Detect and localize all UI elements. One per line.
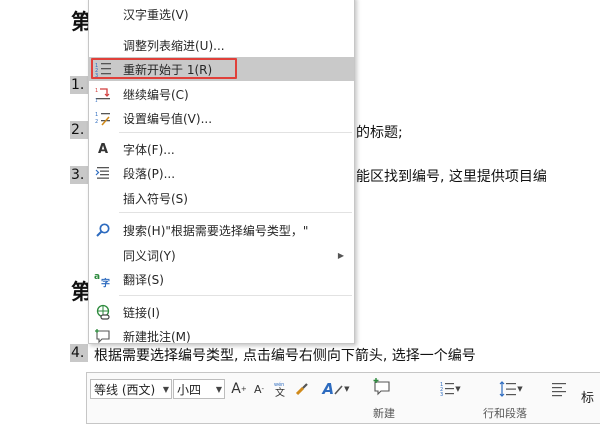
- svg-text:3: 3: [440, 392, 443, 398]
- list-line-2-text: 的标题;: [356, 125, 403, 141]
- styles-icon: A: [322, 380, 335, 398]
- context-menu: 汉字重选(V) 调整列表缩进(U)... 1 2 3 重新开始于 1(R) 1: [88, 0, 355, 344]
- menu-item-adjust-list-indent[interactable]: 调整列表缩进(U)...: [89, 33, 354, 57]
- menu-item-paragraph[interactable]: 段落(P)...: [89, 161, 354, 185]
- svg-text:1: 1: [95, 88, 98, 94]
- svg-text:wén: wén: [274, 381, 284, 388]
- new-comment-icon: [373, 378, 390, 396]
- align-left-icon: [552, 383, 566, 397]
- menu-item-label: 插入符号(S): [123, 191, 188, 206]
- svg-text:2: 2: [95, 119, 98, 125]
- mini-toolbar: 等线 (西文) ▼ 小四 ▼ A + A- wén 文 A ▼ 新建 1 2 3…: [86, 372, 600, 424]
- new-comment-icon: [93, 326, 113, 346]
- restart-numbering-icon: 1 2 3: [93, 59, 113, 79]
- list-number-3: 3.: [70, 166, 88, 184]
- shrink-font-icon: A: [253, 382, 262, 396]
- toolbar-tail-text: 标: [581, 391, 595, 406]
- format-painter-button[interactable]: [293, 378, 311, 400]
- chevron-down-icon: ▼: [517, 385, 523, 393]
- styles-button[interactable]: A ▼: [321, 378, 351, 400]
- svg-text:1: 1: [95, 112, 98, 118]
- format-painter-icon: [295, 383, 308, 396]
- menu-item-translate[interactable]: a 字 翻译(S): [89, 267, 354, 291]
- menu-item-label: 翻译(S): [123, 272, 164, 287]
- menu-item-set-numbering-value[interactable]: 1 2 设置编号值(V)...: [89, 106, 354, 130]
- menu-separator: [119, 212, 352, 213]
- menu-item-new-comment[interactable]: 新建批注(M): [89, 324, 354, 348]
- menu-item-label: 汉字重选(V): [123, 7, 189, 22]
- numbering-icon: 1 2 3: [440, 382, 455, 398]
- svg-text:字: 字: [101, 277, 110, 288]
- menu-separator: [119, 132, 352, 133]
- menu-item-synonyms[interactable]: 同义词(Y) ▶: [89, 243, 354, 267]
- list-number-2: 2.: [70, 121, 88, 139]
- line-spacing-button[interactable]: ▼: [497, 378, 525, 400]
- chevron-down-icon: ▼: [344, 385, 350, 393]
- grow-font-button[interactable]: A +: [231, 378, 247, 400]
- submenu-arrow-icon: ▶: [337, 250, 344, 260]
- font-name-value: 等线 (西文): [94, 383, 156, 397]
- menu-item-link[interactable]: 链接(I): [89, 300, 354, 324]
- font-name-combo[interactable]: 等线 (西文) ▼: [90, 379, 172, 399]
- list-number-4: 4.: [70, 344, 88, 362]
- menu-separator: [119, 295, 352, 296]
- search-icon: [93, 220, 113, 240]
- menu-item-label: 重新开始于 1(R): [123, 62, 213, 77]
- menu-item-label: 调整列表缩进(U)...: [123, 38, 225, 53]
- new-comment-label: 新建: [373, 407, 395, 420]
- shrink-font-button[interactable]: A-: [251, 378, 267, 400]
- menu-item-label: 继续编号(C): [123, 87, 189, 102]
- font-size-value: 小四: [177, 383, 202, 397]
- translate-icon: a 字: [93, 269, 113, 289]
- link-icon: [93, 302, 113, 322]
- list-line-3-text: 能区找到编号, 这里提供项目编: [356, 169, 547, 185]
- menu-item-insert-symbol[interactable]: 插入符号(S): [89, 186, 354, 210]
- menu-item-label: 同义词(Y): [123, 248, 176, 263]
- menu-item-label: 新建批注(M): [123, 329, 191, 344]
- menu-item-reselect-hanzi[interactable]: 汉字重选(V): [89, 2, 354, 26]
- font-icon: A: [97, 141, 109, 157]
- list-line-4-text: 根据需要选择编号类型, 点击编号右侧向下箭头, 选择一个编号: [94, 348, 476, 364]
- menu-item-search[interactable]: 搜索(H)"根据需要选择编号类型，": [89, 218, 354, 242]
- continue-numbering-icon: 1 1: [93, 84, 113, 104]
- phonetic-guide-button[interactable]: wén 文: [271, 378, 291, 400]
- numbering-button[interactable]: 1 2 3 ▼: [437, 378, 463, 400]
- menu-item-label: 设置编号值(V)...: [123, 111, 213, 126]
- list-number-1: 1.: [70, 76, 88, 94]
- menu-item-label: 链接(I): [123, 305, 160, 320]
- svg-text:3: 3: [95, 73, 98, 78]
- menu-item-label: 搜索(H)"根据需要选择编号类型，": [123, 223, 309, 238]
- font-size-combo[interactable]: 小四 ▼: [173, 379, 225, 399]
- menu-item-restart-at-1[interactable]: 1 2 3 重新开始于 1(R): [89, 57, 354, 81]
- new-comment-button[interactable]: [367, 376, 397, 398]
- line-spacing-label: 行和段落: [483, 407, 527, 420]
- menu-item-continue-numbering[interactable]: 1 1 继续编号(C): [89, 82, 354, 106]
- line-spacing-icon: [499, 381, 517, 397]
- chevron-down-icon: ▼: [162, 385, 169, 394]
- grow-font-icon: A: [231, 381, 241, 397]
- chevron-down-icon: ▼: [455, 385, 461, 393]
- menu-item-font[interactable]: A 字体(F)...: [89, 137, 354, 161]
- styles-brush-icon: [334, 385, 343, 395]
- phonetic-guide-icon: wén 文: [274, 381, 285, 398]
- paragraph-icon: [93, 163, 113, 183]
- chevron-down-icon: ▼: [215, 385, 222, 394]
- svg-text:文: 文: [275, 386, 285, 398]
- svg-text:a: a: [94, 272, 100, 282]
- menu-item-label: 字体(F)...: [123, 142, 175, 157]
- menu-item-label: 段落(P)...: [123, 166, 176, 181]
- set-numbering-value-icon: 1 2: [93, 108, 113, 128]
- align-button[interactable]: [549, 378, 569, 400]
